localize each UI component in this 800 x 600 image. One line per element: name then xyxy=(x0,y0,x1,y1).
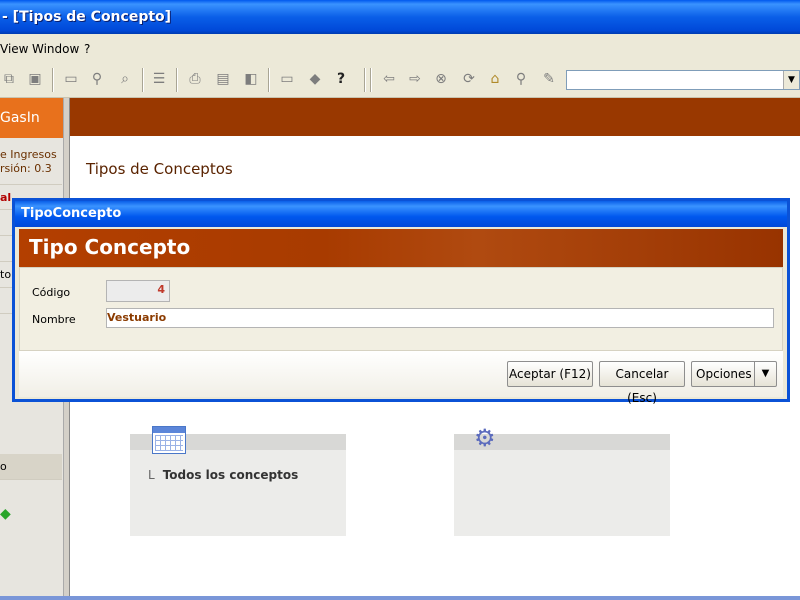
back-arrow-icon[interactable]: ⇦ xyxy=(380,70,398,88)
options-label: Opciones xyxy=(696,367,752,381)
dialog-header-title: Tipo Concepto xyxy=(29,235,191,259)
main-header-band xyxy=(70,98,800,136)
stop-icon[interactable]: ⊗ xyxy=(432,70,450,88)
menu-help[interactable]: ? xyxy=(84,42,90,56)
help-icon[interactable]: ? xyxy=(332,70,350,88)
toolbar-separator xyxy=(52,68,54,92)
refresh-icon[interactable]: ⟳ xyxy=(460,70,478,88)
save-icon[interactable]: ◧ xyxy=(242,70,260,88)
sidebar-item[interactable]: o xyxy=(0,454,62,480)
sidebar-item-label: to xyxy=(0,268,12,281)
tipo-concepto-dialog: TipoConcepto Tipo Concepto Código 4 Nomb… xyxy=(12,198,790,405)
screen-icon[interactable]: ▭ xyxy=(278,70,296,88)
options-button[interactable]: Opciones ▼ xyxy=(691,361,777,387)
home-icon[interactable]: ⌂ xyxy=(486,70,504,88)
app-version-text: rsión: 0.3 xyxy=(0,162,52,175)
paste-icon[interactable]: ▣ xyxy=(26,70,44,88)
toolbar-separator xyxy=(268,68,270,92)
sidebar-item-label: o xyxy=(0,460,7,473)
print-icon[interactable]: ⎙ xyxy=(186,70,204,88)
chevron-down-icon[interactable]: ▼ xyxy=(783,71,799,89)
name-label: Nombre xyxy=(32,313,76,326)
toolbar-separator xyxy=(364,68,366,92)
print-preview-icon[interactable]: ▤ xyxy=(214,70,232,88)
menu-bar: View Window ? xyxy=(0,38,800,60)
name-field[interactable]: Vestuario xyxy=(106,308,774,328)
sidebar-section-label: al xyxy=(0,191,12,204)
edit-icon[interactable]: ✎ xyxy=(540,70,558,88)
window-title-bar[interactable]: - [Tipos de Concepto] xyxy=(0,0,800,34)
gears-icon[interactable]: ⚙ xyxy=(474,424,496,452)
page-title: Tipos de Conceptos xyxy=(86,160,233,178)
toolbar-combo[interactable]: ▼ xyxy=(566,70,800,90)
toolbar-separator xyxy=(142,68,144,92)
window-title: - [Tipos de Concepto] xyxy=(2,9,172,25)
calendar-icon-grid xyxy=(155,435,183,451)
accept-button[interactable]: Aceptar (F12) xyxy=(507,361,593,387)
scanner-icon[interactable]: ☰ xyxy=(150,70,168,88)
dialog-form: Código 4 Nombre Vestuario xyxy=(19,267,783,351)
all-concepts-link[interactable]: L Todos los conceptos xyxy=(148,468,298,482)
menu-view[interactable]: View xyxy=(0,42,28,56)
sidebar-brand: GasIn xyxy=(0,98,63,138)
code-label: Código xyxy=(32,286,71,299)
all-concepts-label: Todos los conceptos xyxy=(162,468,299,482)
cancel-button[interactable]: Cancelar (Esc) xyxy=(599,361,685,405)
dialog-title-bar[interactable]: TipoConcepto xyxy=(15,201,787,227)
toolbar-separator xyxy=(176,68,178,92)
calendar-icon-top xyxy=(153,427,185,433)
link-bullet: L xyxy=(148,468,155,482)
search-web-icon[interactable]: ⚲ xyxy=(512,70,530,88)
card-settings: ⚙ xyxy=(454,424,670,536)
dialog-title: TipoConcepto xyxy=(21,206,122,221)
chevron-down-icon[interactable]: ▼ xyxy=(754,362,776,386)
calendar-icon[interactable] xyxy=(152,426,186,454)
app-name-text: e Ingresos xyxy=(0,148,57,161)
card-conceptos: L Todos los conceptos xyxy=(130,426,346,536)
window-bottom-border xyxy=(0,596,800,600)
filter-icon[interactable]: ⚲ xyxy=(88,70,106,88)
forward-arrow-icon[interactable]: ⇨ xyxy=(406,70,424,88)
window-icon[interactable]: ▭ xyxy=(62,70,80,88)
dialog-footer: Aceptar (F12) Cancelar (Esc) Opciones ▼ xyxy=(19,351,783,405)
search-icon[interactable]: ⌕ xyxy=(116,70,134,88)
green-arrow-icon[interactable]: ◆ xyxy=(0,506,11,522)
toolbar-separator xyxy=(370,68,372,92)
menu-window[interactable]: Window xyxy=(32,42,79,56)
dialog-header-band: Tipo Concepto xyxy=(19,229,783,267)
code-field[interactable]: 4 xyxy=(106,280,170,302)
copy-icon[interactable]: ⧉ xyxy=(0,70,18,88)
eraser-icon[interactable]: ◆ xyxy=(306,70,324,88)
